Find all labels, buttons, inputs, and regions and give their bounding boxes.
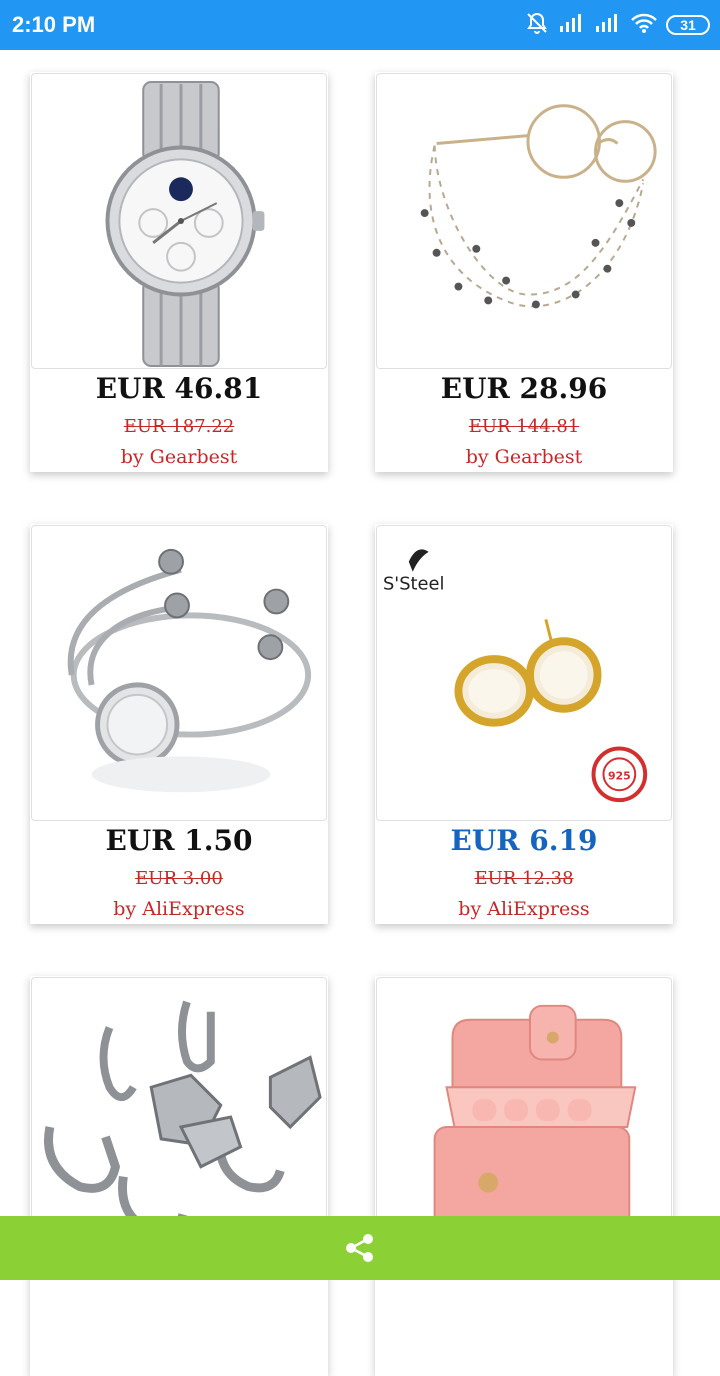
product-image-pearl-earrings[interactable]: S'Steel 925 [376,525,672,821]
share-button[interactable] [342,1232,378,1264]
product-card[interactable]: EUR 28.96 EUR 144.81 by Gearbest [375,72,673,472]
bottom-bar [0,1216,720,1280]
brand-logo-text: S'Steel [383,574,445,595]
product-old-price: EUR 144.81 [468,416,580,437]
product-card[interactable]: S'Steel 925 EUR 6.19 EUR 12.38 by AliExp… [375,524,673,924]
product-image-cuff-bracelet[interactable] [31,525,327,821]
product-old-price: EUR 12.38 [474,868,574,889]
battery-indicator: 31 [666,15,710,35]
product-seller[interactable]: by AliExpress [375,898,673,920]
signal-icon [558,12,586,39]
mute-bell-icon [524,10,550,41]
signal-icon-2 [594,12,622,39]
product-seller[interactable]: by AliExpress [30,898,328,920]
product-image-watch[interactable] [31,73,327,369]
product-price: EUR 1.50 [105,824,253,857]
product-old-price: EUR 187.22 [123,416,235,437]
wifi-icon [630,12,658,39]
product-card[interactable]: EUR 46.81 EUR 187.22 by Gearbest [30,72,328,472]
product-price: EUR 6.19 [450,824,598,857]
product-price: EUR 28.96 [440,372,608,405]
product-card[interactable] [30,976,328,1376]
product-card[interactable]: EUR 1.50 EUR 3.00 by AliExpress [30,524,328,924]
product-old-price: EUR 3.00 [135,868,223,889]
sterling-silver-badge: 925 [591,746,648,803]
brand-logo: S'Steel [383,549,445,595]
status-time: 2:10 PM [12,12,96,37]
product-seller[interactable]: by Gearbest [30,446,328,468]
status-icons: 31 [524,10,710,40]
status-bar: 2:10 PM 31 [0,0,720,50]
product-image-glasses-chain[interactable] [376,73,672,369]
share-icon [346,1234,373,1262]
product-card[interactable] [375,976,673,1376]
badge-text: 925 [608,769,631,782]
product-price: EUR 46.81 [95,372,263,405]
product-seller[interactable]: by Gearbest [375,446,673,468]
